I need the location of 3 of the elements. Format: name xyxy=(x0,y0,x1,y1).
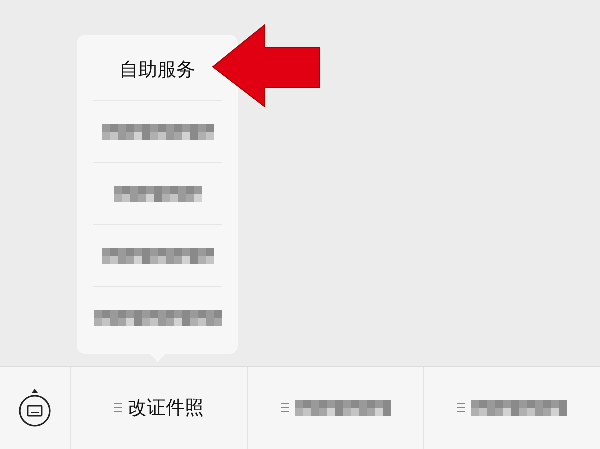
tab-label: 改证件照 xyxy=(128,396,204,421)
menu-tab[interactable]: 改证件照 xyxy=(71,367,248,449)
menu-item-label[interactable]: 自助服务 xyxy=(120,56,196,82)
